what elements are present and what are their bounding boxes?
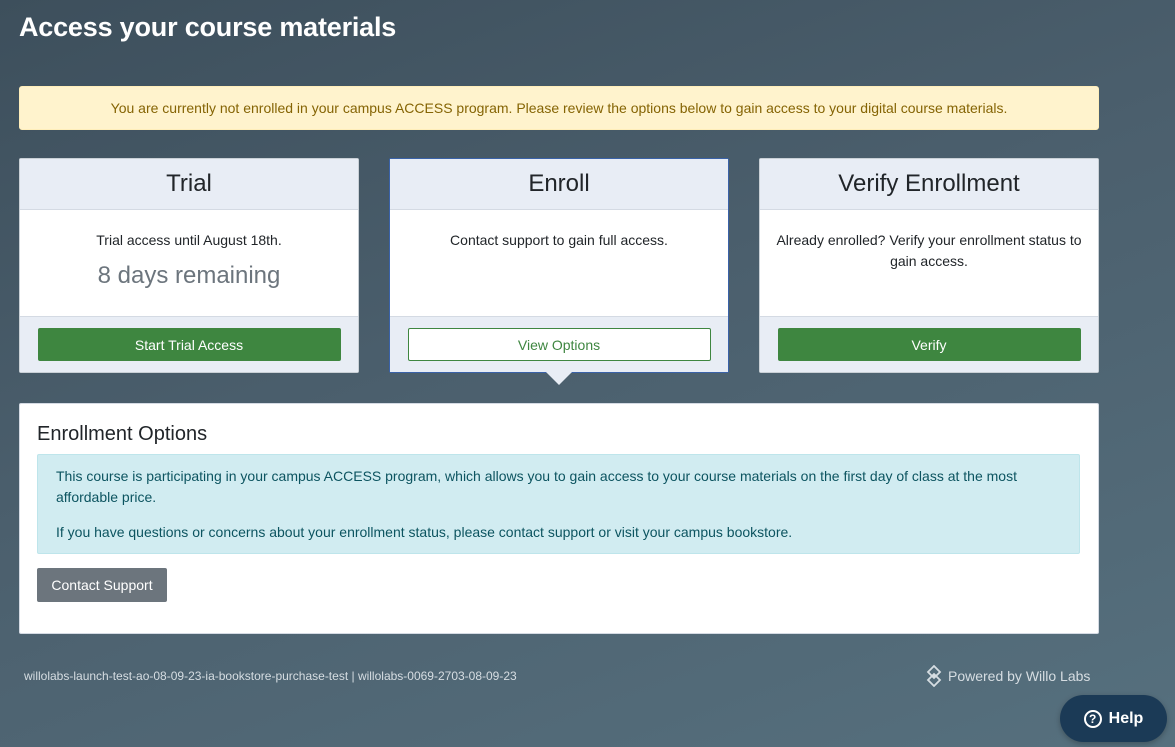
- enroll-card-title: Enroll: [528, 170, 590, 197]
- verify-card-footer: Verify: [760, 316, 1098, 372]
- verify-description: Already enrolled? Verify your enrollment…: [776, 232, 1082, 269]
- enroll-card-body: Contact support to gain full access.: [390, 210, 728, 316]
- trial-card-title: Trial: [166, 170, 212, 197]
- start-trial-access-button[interactable]: Start Trial Access: [37, 328, 341, 361]
- enroll-description: Contact support to gain full access.: [450, 232, 668, 248]
- trial-card-footer: Start Trial Access: [20, 316, 358, 372]
- enrollment-options-panel: Enrollment Options This course is partic…: [19, 403, 1099, 634]
- footer-launch-ids: willolabs-launch-test-ao-08-09-23-ia-boo…: [24, 669, 517, 683]
- question-circle-icon: ?: [1083, 709, 1102, 728]
- help-button[interactable]: ? Help: [1060, 695, 1167, 742]
- trial-description: Trial access until August 18th.: [96, 232, 282, 248]
- enroll-card-footer: View Options: [390, 316, 728, 372]
- powered-by-willo-labs[interactable]: Powered by Willo Labs: [926, 665, 1090, 687]
- powered-by-text: Powered by Willo Labs: [948, 668, 1091, 684]
- contact-support-button[interactable]: Contact Support: [37, 568, 167, 602]
- enroll-card[interactable]: Enroll Contact support to gain full acce…: [389, 158, 729, 373]
- page-title: Access your course materials: [19, 12, 397, 42]
- enrollment-info-alert: This course is participating in your cam…: [37, 454, 1080, 554]
- verify-enrollment-card: Verify Enrollment Already enrolled? Veri…: [759, 158, 1099, 373]
- enrollment-warning-alert: You are currently not enrolled in your c…: [19, 86, 1099, 130]
- enrollment-info-paragraph-2: If you have questions or concerns about …: [56, 524, 793, 540]
- verify-card-header: Verify Enrollment: [760, 159, 1098, 210]
- help-label: Help: [1108, 709, 1144, 727]
- verify-button[interactable]: Verify: [777, 328, 1081, 361]
- enroll-card-pointer: [546, 372, 572, 385]
- enrollment-warning-text: You are currently not enrolled in your c…: [110, 100, 1008, 116]
- enrollment-info-paragraph-1: This course is participating in your cam…: [56, 468, 1017, 505]
- trial-days-remaining: 8 days remaining: [97, 262, 281, 289]
- verify-card-title: Verify Enrollment: [838, 170, 1020, 197]
- enrollment-options-title: Enrollment Options: [37, 423, 208, 445]
- verify-card-body: Already enrolled? Verify your enrollment…: [760, 210, 1098, 316]
- willo-labs-logo-icon: [926, 665, 942, 687]
- view-options-button[interactable]: View Options: [407, 328, 711, 361]
- trial-card: Trial Trial access until August 18th. 8 …: [19, 158, 359, 373]
- trial-card-header: Trial: [20, 159, 358, 210]
- trial-card-body: Trial access until August 18th. 8 days r…: [20, 210, 358, 316]
- enroll-card-header: Enroll: [390, 159, 728, 210]
